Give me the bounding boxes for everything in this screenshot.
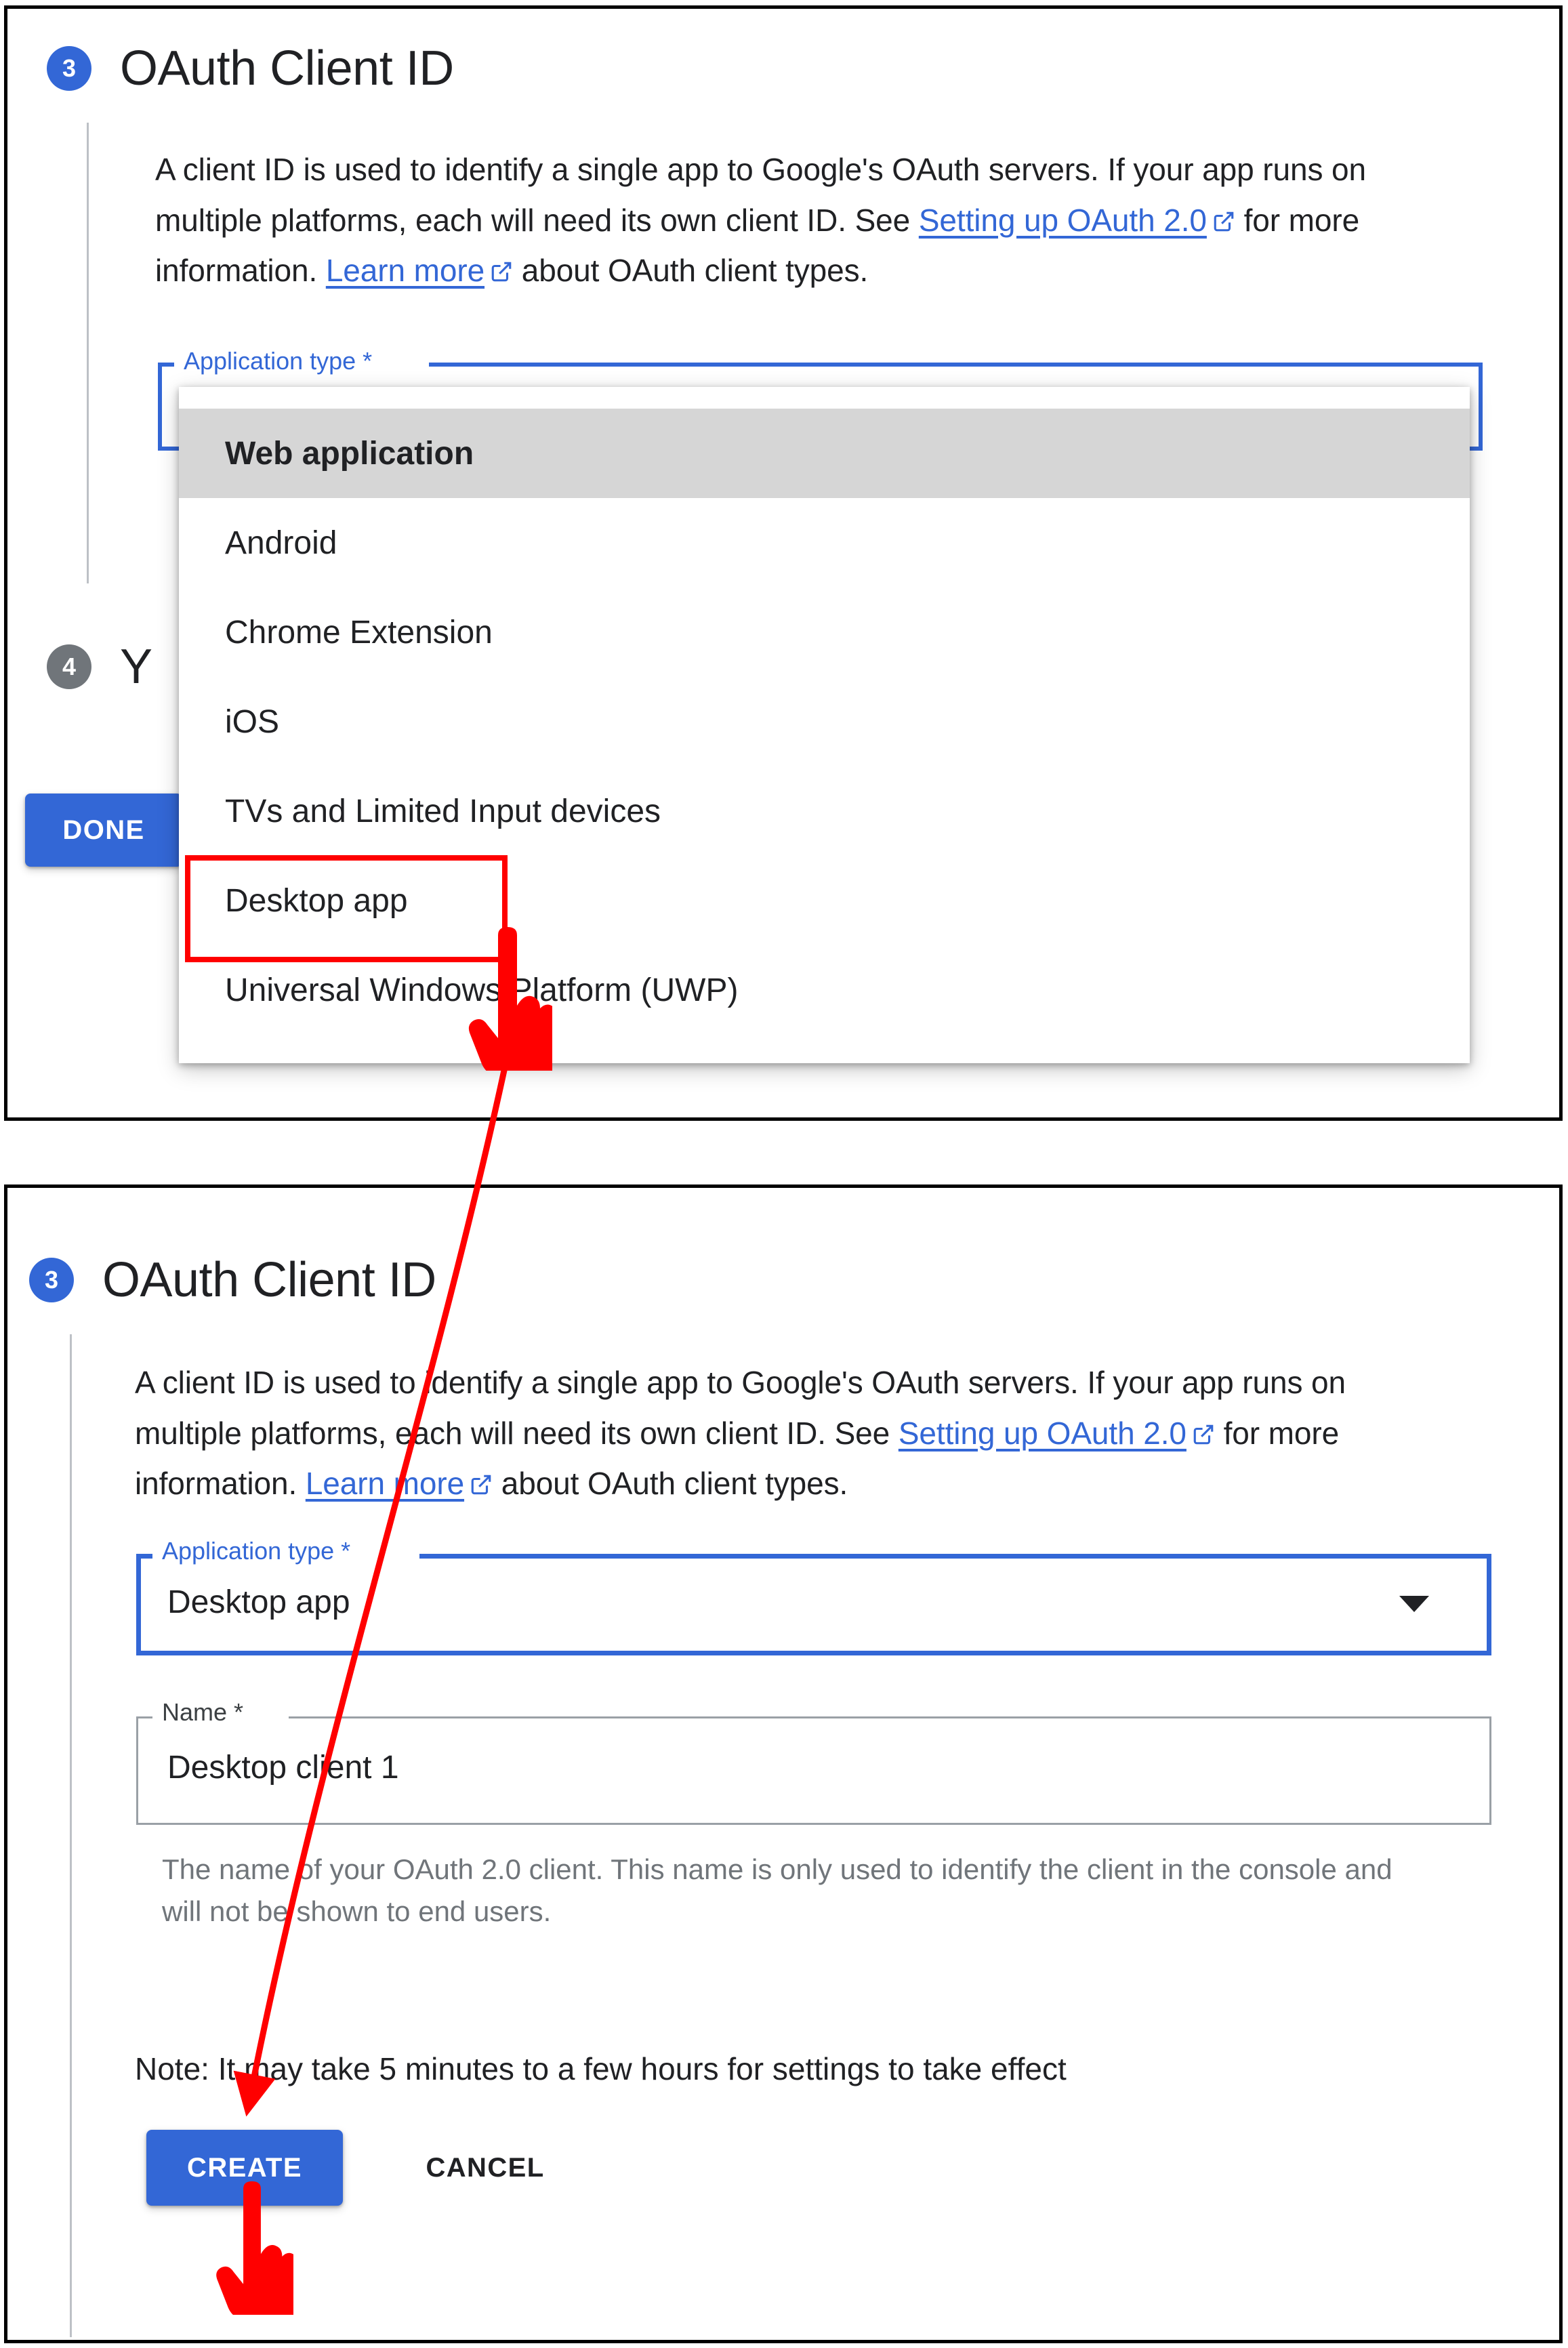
chevron-down-icon[interactable] [1399, 1596, 1429, 1612]
done-button[interactable]: DONE [25, 794, 182, 867]
menu-item-android[interactable]: Android [179, 498, 1470, 588]
screenshot-root: 3 OAuth Client ID A client ID is used to… [0, 0, 1568, 2348]
application-type-label: Application type * [176, 349, 381, 373]
setting-up-oauth-link-bottom[interactable]: Setting up OAuth 2.0 [899, 1416, 1187, 1451]
step-number-badge-bottom: 3 [29, 1258, 74, 1302]
setting-up-oauth-link[interactable]: Setting up OAuth 2.0 [919, 203, 1207, 238]
desc-text-3: about OAuth client types. [513, 253, 869, 289]
step-connector-rail-bottom [70, 1334, 72, 2337]
learn-more-link[interactable]: Learn more [326, 253, 484, 288]
application-type-select[interactable]: Application type * Desktop app [136, 1539, 1491, 1655]
name-field[interactable]: Name * Desktop client 1 [136, 1700, 1491, 1825]
menu-item-desktop-app[interactable]: Desktop app [179, 856, 1470, 945]
name-label: Name * [154, 1700, 252, 1725]
menu-item-uwp[interactable]: Universal Windows Platform (UWP) [179, 945, 1470, 1035]
application-type-selected-value: Desktop app [167, 1584, 350, 1620]
menu-item-web-application[interactable]: Web application [179, 409, 1470, 498]
client-id-description-bottom: A client ID is used to identify a single… [135, 1357, 1460, 1509]
step-4-title-partial: Y [120, 640, 152, 694]
settings-delay-note: Note: It may take 5 minutes to a few hou… [135, 2051, 1067, 2086]
step-3-header-bottom: 3 OAuth Client ID [29, 1256, 436, 1304]
page-title-bottom: OAuth Client ID [102, 1253, 436, 1307]
hand-cursor-icon-create [211, 2181, 310, 2320]
menu-item-tvs-limited-input[interactable]: TVs and Limited Input devices [179, 766, 1470, 856]
desc-b-text-3: about OAuth client types. [493, 1466, 848, 1502]
step-number-badge-4: 4 [47, 644, 91, 689]
step-connector-rail [87, 123, 89, 583]
external-link-icon-2 [490, 260, 513, 283]
step-3-header-top: 3 OAuth Client ID [47, 44, 454, 93]
menu-top-padding [179, 387, 1470, 409]
learn-more-link-bottom[interactable]: Learn more [306, 1466, 464, 1501]
application-type-label-bottom: Application type * [154, 1539, 359, 1563]
external-link-icon-4 [470, 1473, 493, 1496]
external-link-icon-3 [1192, 1423, 1215, 1446]
application-type-dropdown-menu[interactable]: Web application Android Chrome Extension… [179, 387, 1470, 1063]
top-screenshot-panel: 3 OAuth Client ID A client ID is used to… [4, 5, 1563, 1121]
menu-item-ios[interactable]: iOS [179, 677, 1470, 766]
cancel-button[interactable]: CANCEL [387, 2130, 583, 2206]
external-link-icon [1212, 210, 1235, 233]
bottom-screenshot-panel: 3 OAuth Client ID A client ID is used to… [4, 1185, 1563, 2343]
hand-cursor-icon [463, 927, 571, 1076]
name-input-value[interactable]: Desktop client 1 [167, 1749, 399, 1786]
client-id-description: A client ID is used to identify a single… [155, 144, 1463, 296]
menu-item-chrome-extension[interactable]: Chrome Extension [179, 588, 1470, 677]
page-title: OAuth Client ID [120, 41, 454, 96]
name-helper-text: The name of your OAuth 2.0 client. This … [162, 1853, 1392, 1928]
menu-bottom-padding [179, 1035, 1470, 1063]
step-number-badge: 3 [47, 46, 91, 91]
step-4-header-top: 4 Y [47, 642, 152, 691]
